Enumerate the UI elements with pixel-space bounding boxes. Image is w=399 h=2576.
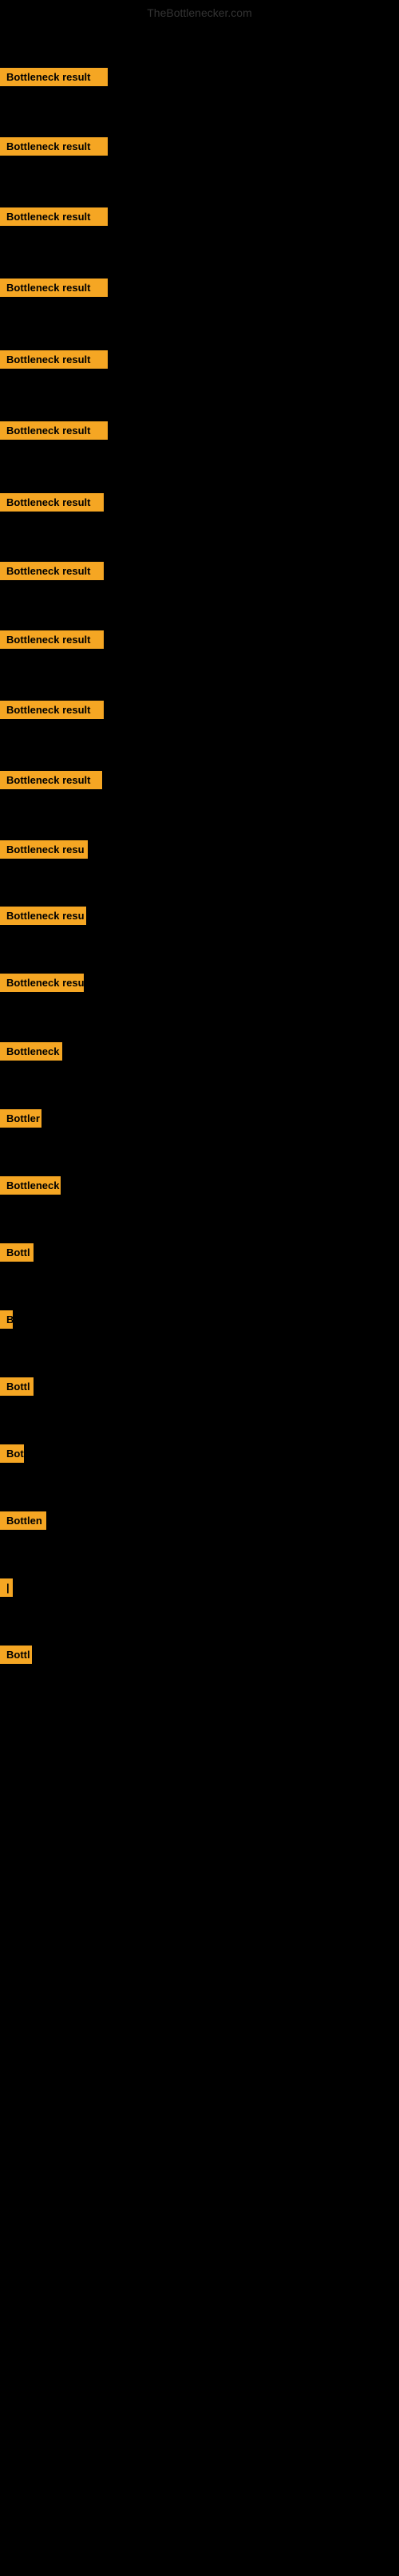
bottleneck-bar-12: Bottleneck resu bbox=[0, 840, 88, 859]
bar-item-1: Bottleneck result bbox=[0, 68, 108, 90]
bar-item-10: Bottleneck result bbox=[0, 701, 104, 723]
bottleneck-bar-21: Bot bbox=[0, 1444, 24, 1463]
bar-item-15: Bottleneck bbox=[0, 1042, 62, 1065]
bottleneck-bar-7: Bottleneck result bbox=[0, 493, 104, 512]
bottleneck-bar-16: Bottler bbox=[0, 1109, 41, 1128]
bottleneck-bar-17: Bottleneck bbox=[0, 1176, 61, 1195]
bottleneck-bar-20: Bottl bbox=[0, 1377, 34, 1396]
bar-item-16: Bottler bbox=[0, 1109, 41, 1132]
bottleneck-bar-4: Bottleneck result bbox=[0, 279, 108, 297]
bottleneck-bar-5: Bottleneck result bbox=[0, 350, 108, 369]
bars-container: Bottleneck result Bottleneck result Bottle… bbox=[0, 22, 399, 2576]
bottleneck-bar-15: Bottleneck bbox=[0, 1042, 62, 1061]
bottleneck-bar-9: Bottleneck result bbox=[0, 630, 104, 649]
bar-item-2: Bottleneck result bbox=[0, 137, 108, 160]
bar-item-17: Bottleneck bbox=[0, 1176, 61, 1199]
bottleneck-bar-3: Bottleneck result bbox=[0, 207, 108, 226]
bottleneck-bar-19: B bbox=[0, 1310, 13, 1329]
bar-item-9: Bottleneck result bbox=[0, 630, 104, 653]
bar-item-20: Bottl bbox=[0, 1377, 34, 1400]
bar-item-14: Bottleneck resu bbox=[0, 974, 84, 996]
bottleneck-bar-1: Bottleneck result bbox=[0, 68, 108, 86]
bottleneck-bar-14: Bottleneck resu bbox=[0, 974, 84, 992]
bottleneck-bar-10: Bottleneck result bbox=[0, 701, 104, 719]
bar-item-19: B bbox=[0, 1310, 13, 1333]
bottleneck-bar-24: Bottl bbox=[0, 1646, 32, 1664]
bottleneck-bar-8: Bottleneck result bbox=[0, 562, 104, 580]
bottleneck-bar-22: Bottlen bbox=[0, 1511, 46, 1530]
bar-item-23: | bbox=[0, 1578, 13, 1601]
bar-item-5: Bottleneck result bbox=[0, 350, 108, 373]
bottleneck-bar-11: Bottleneck result bbox=[0, 771, 102, 789]
bar-item-18: Bottl bbox=[0, 1243, 34, 1266]
bar-item-24: Bottl bbox=[0, 1646, 32, 1668]
bar-item-3: Bottleneck result bbox=[0, 207, 108, 230]
bar-item-7: Bottleneck result bbox=[0, 493, 104, 516]
site-title: TheBottlenecker.com bbox=[0, 0, 399, 22]
bar-item-12: Bottleneck resu bbox=[0, 840, 88, 863]
bottleneck-bar-18: Bottl bbox=[0, 1243, 34, 1262]
bottleneck-bar-6: Bottleneck result bbox=[0, 421, 108, 440]
bar-item-13: Bottleneck resu bbox=[0, 907, 86, 929]
bottleneck-bar-13: Bottleneck resu bbox=[0, 907, 86, 925]
bar-item-11: Bottleneck result bbox=[0, 771, 102, 793]
bar-item-4: Bottleneck result bbox=[0, 279, 108, 301]
bottleneck-bar-2: Bottleneck result bbox=[0, 137, 108, 156]
bottleneck-bar-23: | bbox=[0, 1578, 13, 1597]
bar-item-21: Bot bbox=[0, 1444, 24, 1467]
bar-item-22: Bottlen bbox=[0, 1511, 46, 1534]
bar-item-8: Bottleneck result bbox=[0, 562, 104, 584]
bar-item-6: Bottleneck result bbox=[0, 421, 108, 444]
